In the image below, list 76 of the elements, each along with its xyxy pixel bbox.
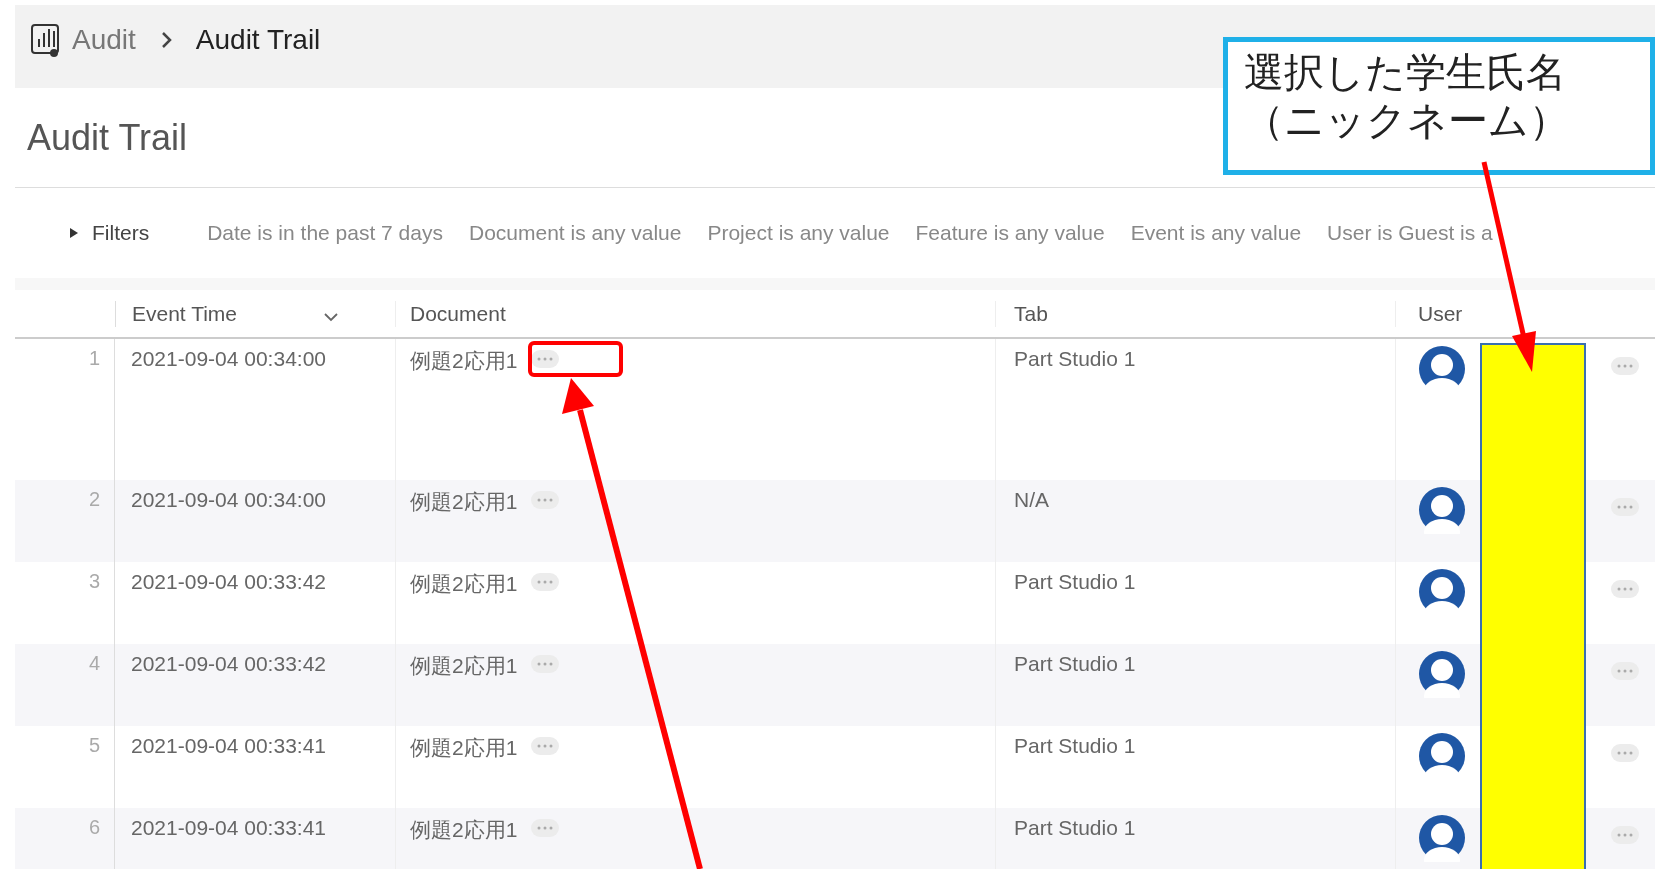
- ellipsis-icon: [537, 744, 554, 748]
- breadcrumb-link[interactable]: Audit: [72, 23, 136, 56]
- filter-chip[interactable]: Feature is any value: [915, 221, 1105, 245]
- document-link[interactable]: 例題2応用1: [410, 347, 518, 375]
- filter-chip[interactable]: User is Guest is a: [1327, 221, 1493, 245]
- more-button[interactable]: [531, 819, 560, 837]
- column-header[interactable]: Event Time: [132, 301, 238, 326]
- table-cell: Part Studio 1: [1014, 652, 1136, 676]
- more-button[interactable]: [1611, 826, 1639, 844]
- ellipsis-icon: [1617, 669, 1633, 673]
- callout-text: （ニックネーム）: [1244, 96, 1570, 144]
- ellipsis-icon: [537, 662, 554, 666]
- row-number: 1: [88, 347, 100, 370]
- avatar-icon: [1418, 650, 1466, 698]
- more-button[interactable]: [531, 655, 560, 673]
- table-cell: 2021-09-04 00:34:00: [131, 347, 326, 371]
- avatar-icon: [1418, 568, 1466, 616]
- table-cell: 2021-09-04 00:33:41: [131, 816, 326, 840]
- row-number: 2: [88, 488, 100, 511]
- document-link[interactable]: 例題2応用1: [410, 734, 518, 762]
- triangle-icon: [70, 228, 78, 238]
- row-number: 6: [88, 816, 100, 839]
- column-header[interactable]: Document: [410, 301, 506, 326]
- table-row[interactable]: 4 2021-09-04 00:33:42 例題2応用1 Part Studio 1: [15, 644, 1655, 726]
- table-cell: 2021-09-04 00:33:41: [131, 734, 326, 758]
- table-cell: Part Studio 1: [1014, 734, 1136, 758]
- column-header[interactable]: Tab: [1014, 301, 1048, 326]
- filter-chip[interactable]: Event is any value: [1130, 221, 1302, 245]
- more-button[interactable]: [1611, 498, 1639, 516]
- more-button[interactable]: [531, 573, 560, 591]
- more-button[interactable]: [1611, 662, 1639, 680]
- document-link[interactable]: 例題2応用1: [410, 816, 518, 844]
- more-button[interactable]: [531, 737, 560, 755]
- more-button[interactable]: [531, 491, 560, 509]
- more-button[interactable]: [1611, 580, 1639, 598]
- document-link[interactable]: 例題2応用1: [410, 570, 518, 598]
- page-title: Audit Trail: [27, 116, 188, 159]
- table-cell: Part Studio 1: [1014, 816, 1136, 840]
- ellipsis-icon: [537, 357, 554, 361]
- column-header[interactable]: User: [1418, 301, 1463, 326]
- ellipsis-icon: [537, 498, 554, 502]
- ellipsis-icon: [537, 826, 554, 830]
- breadcrumb-current: Audit Trail: [195, 23, 321, 56]
- more-button[interactable]: [1611, 744, 1639, 762]
- table-row[interactable]: 6 2021-09-04 00:33:41 例題2応用1 Part Studio 1: [15, 808, 1655, 869]
- more-button[interactable]: [1611, 357, 1639, 375]
- row-number: 5: [88, 734, 100, 757]
- ellipsis-icon: [1617, 751, 1633, 755]
- callout-text: 選択した学生氏名: [1244, 48, 1567, 96]
- table-cell: Part Studio 1: [1014, 347, 1136, 371]
- document-link[interactable]: 例題2応用1: [410, 488, 518, 516]
- table-cell: 2021-09-04 00:33:42: [131, 652, 326, 676]
- ellipsis-icon: [1617, 833, 1633, 837]
- chevron-right-icon: [159, 29, 174, 50]
- avatar-icon: [1418, 814, 1466, 862]
- table-cell: 2021-09-04 00:33:42: [131, 570, 326, 594]
- avatar-icon: [1418, 486, 1466, 534]
- table-cell: N/A: [1014, 488, 1049, 512]
- filter-chip[interactable]: Project is any value: [707, 221, 890, 245]
- sort-chevron-icon[interactable]: [323, 311, 340, 322]
- table-cell: 2021-09-04 00:34:00: [131, 488, 326, 512]
- filter-chip[interactable]: Date is in the past 7 days: [207, 221, 443, 245]
- row-number: 3: [88, 570, 100, 593]
- row-number: 4: [88, 652, 100, 675]
- filters-toggle[interactable]: Filters: [70, 221, 150, 245]
- avatar-icon: [1418, 732, 1466, 780]
- filter-chip[interactable]: Document is any value: [469, 221, 682, 245]
- avatar-icon: [1418, 345, 1466, 393]
- ellipsis-icon: [537, 580, 554, 584]
- document-link[interactable]: 例題2応用1: [410, 652, 518, 680]
- table-cell: Part Studio 1: [1014, 570, 1136, 594]
- ellipsis-icon: [1617, 364, 1633, 368]
- table-row[interactable]: 2 2021-09-04 00:34:00 例題2応用1 N/A: [15, 480, 1655, 562]
- more-button[interactable]: [531, 350, 560, 368]
- ellipsis-icon: [1617, 587, 1633, 591]
- ellipsis-icon: [1617, 505, 1633, 509]
